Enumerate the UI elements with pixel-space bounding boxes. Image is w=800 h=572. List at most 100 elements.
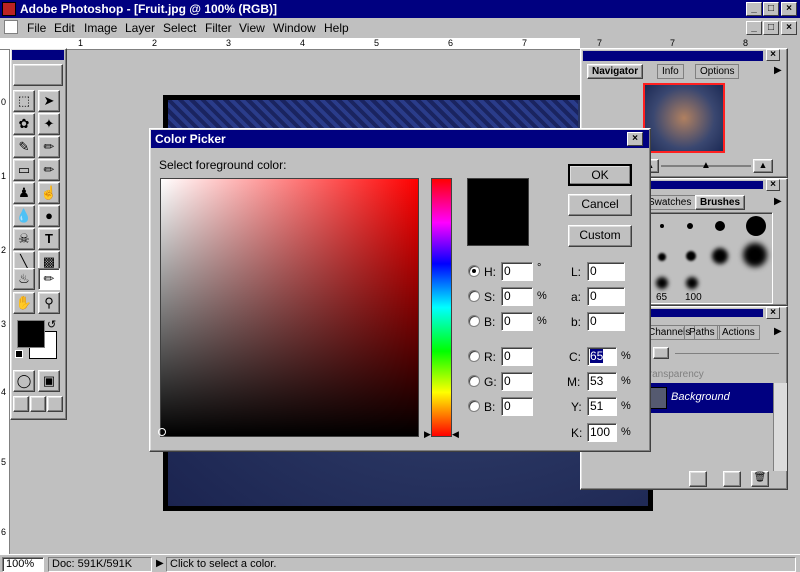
brush-tip[interactable] — [687, 223, 693, 229]
hue-slider-left-arrow[interactable]: ▶ — [424, 429, 431, 440]
green-input[interactable]: 0 — [501, 372, 533, 391]
document-icon[interactable] — [4, 20, 18, 34]
cyan-input[interactable]: 65 — [587, 347, 617, 366]
magic-wand-icon[interactable]: ✦ — [38, 113, 60, 135]
lab-a-input[interactable]: 0 — [587, 287, 625, 306]
palette-menu-arrow-icon[interactable]: ▶ — [774, 65, 782, 76]
quick-mask-icon[interactable]: ▣ — [38, 370, 60, 392]
opacity-toggle-icon[interactable] — [653, 347, 669, 359]
brush-tip[interactable] — [715, 221, 725, 231]
brush-tip[interactable] — [712, 248, 728, 264]
hand-tool-icon[interactable]: ✋ — [13, 292, 35, 314]
color-picker-title-bar[interactable]: Color Picker — [151, 130, 649, 148]
menu-image[interactable]: Image — [84, 21, 117, 35]
menu-view[interactable]: View — [239, 21, 265, 35]
ok-button[interactable]: OK — [568, 164, 632, 186]
eraser-icon[interactable]: ▭ — [13, 159, 35, 181]
tab-info[interactable]: Info — [657, 64, 684, 79]
saturation-brightness-field[interactable] — [160, 178, 419, 437]
brush-tip[interactable] — [686, 251, 696, 261]
dodge-icon[interactable]: ● — [38, 205, 60, 227]
trash-icon[interactable]: 🗑 — [751, 471, 769, 487]
navigator-thumbnail[interactable] — [643, 83, 725, 153]
close-icon[interactable]: × — [781, 2, 797, 16]
layer-mask-icon[interactable] — [689, 471, 707, 487]
lab-l-input[interactable]: 0 — [587, 262, 625, 281]
paintbrush-icon[interactable]: ✏ — [38, 136, 60, 158]
black-input[interactable]: 100 — [587, 423, 617, 442]
custom-button[interactable]: Custom — [568, 225, 632, 247]
palette-close-icon[interactable]: × — [766, 49, 780, 61]
type-tool-icon[interactable]: T — [38, 228, 60, 250]
eyedropper-icon[interactable]: ✏ — [38, 268, 60, 290]
lasso-tool-icon[interactable]: ✿ — [13, 113, 35, 135]
layer-row-background[interactable]: Background — [643, 383, 773, 413]
airbrush-icon[interactable]: ✎ — [13, 136, 35, 158]
hue-radio[interactable] — [468, 265, 480, 277]
tab-actions[interactable]: Actions — [717, 325, 760, 340]
red-input[interactable]: 0 — [501, 347, 533, 366]
blue-radio[interactable] — [468, 400, 480, 412]
red-radio[interactable] — [468, 350, 480, 362]
cancel-button[interactable]: Cancel — [568, 194, 632, 216]
brush-tip[interactable] — [660, 224, 664, 228]
menu-file[interactable]: File — [27, 21, 46, 35]
status-menu-arrow-icon[interactable]: ▶ — [156, 558, 164, 569]
color-field-cursor[interactable] — [158, 428, 166, 436]
maximize-icon[interactable]: □ — [763, 2, 779, 16]
layers-scrollbar[interactable] — [773, 383, 787, 471]
marquee-tool-icon[interactable]: ⬚ — [13, 90, 35, 112]
brightness-radio[interactable] — [468, 315, 480, 327]
palette-close-icon[interactable]: × — [766, 179, 780, 191]
zoom-field[interactable]: 100% — [2, 557, 44, 572]
hue-slider[interactable] — [431, 178, 452, 437]
menu-edit[interactable]: Edit — [54, 21, 75, 35]
saturation-radio[interactable] — [468, 290, 480, 302]
saturation-input[interactable]: 0 — [501, 287, 533, 306]
swap-colors-icon[interactable]: ↺ — [47, 318, 56, 331]
pencil-icon[interactable]: ✏ — [38, 159, 60, 181]
dialog-close-icon[interactable]: × — [627, 132, 643, 146]
brush-tip[interactable] — [686, 277, 698, 289]
doc-minimize-icon[interactable]: _ — [746, 21, 762, 35]
menu-help[interactable]: Help — [324, 21, 349, 35]
paint-bucket-icon[interactable]: ♨ — [13, 268, 35, 290]
toolbox-title-bar[interactable] — [12, 50, 64, 60]
photoshop-icon[interactable] — [2, 2, 16, 16]
magenta-input[interactable]: 53 — [587, 372, 617, 391]
minimize-icon[interactable]: _ — [746, 2, 762, 16]
hue-slider-right-arrow[interactable]: ◀ — [452, 429, 459, 440]
stamp-icon[interactable]: ♟ — [13, 182, 35, 204]
menu-layer[interactable]: Layer — [125, 21, 155, 35]
foreground-color-swatch[interactable] — [17, 320, 45, 348]
hue-input[interactable]: 0 — [501, 262, 533, 281]
default-colors-icon[interactable] — [15, 350, 23, 358]
standard-mode-icon[interactable]: ◯ — [13, 370, 35, 392]
green-radio[interactable] — [468, 375, 480, 387]
zoom-slider-thumb[interactable]: ▲ — [701, 160, 711, 171]
menu-select[interactable]: Select — [163, 21, 196, 35]
palette-menu-arrow-icon[interactable]: ▶ — [774, 196, 782, 207]
brightness-input[interactable]: 0 — [501, 312, 533, 331]
menu-window[interactable]: Window — [273, 21, 316, 35]
smudge-icon[interactable]: ☝ — [38, 182, 60, 204]
doc-size-field[interactable]: Doc: 591K/591K — [48, 557, 152, 572]
lab-b-input[interactable]: 0 — [587, 312, 625, 331]
tab-swatches[interactable]: Swatches — [643, 195, 697, 210]
brush-tip[interactable] — [746, 216, 766, 236]
palette-title-bar[interactable] — [583, 51, 763, 61]
preserve-transparency-label[interactable]: Transparency — [643, 369, 704, 380]
new-layer-icon[interactable] — [723, 471, 741, 487]
pen-tool-icon[interactable]: ☠ — [13, 228, 35, 250]
doc-close-icon[interactable]: × — [781, 21, 797, 35]
tab-options[interactable]: Options — [695, 64, 740, 79]
screen-mode-full-menu-icon[interactable] — [30, 396, 46, 412]
move-tool-icon[interactable]: ➤ — [38, 90, 60, 112]
brush-tip[interactable] — [743, 243, 767, 267]
zoom-in-icon[interactable]: ▲ — [753, 159, 773, 173]
tab-paths[interactable]: Paths — [684, 325, 720, 340]
brush-tip[interactable] — [658, 253, 666, 261]
blue-input[interactable]: 0 — [501, 397, 533, 416]
tab-brushes[interactable]: Brushes — [695, 195, 746, 210]
palette-menu-arrow-icon[interactable]: ▶ — [774, 326, 782, 337]
